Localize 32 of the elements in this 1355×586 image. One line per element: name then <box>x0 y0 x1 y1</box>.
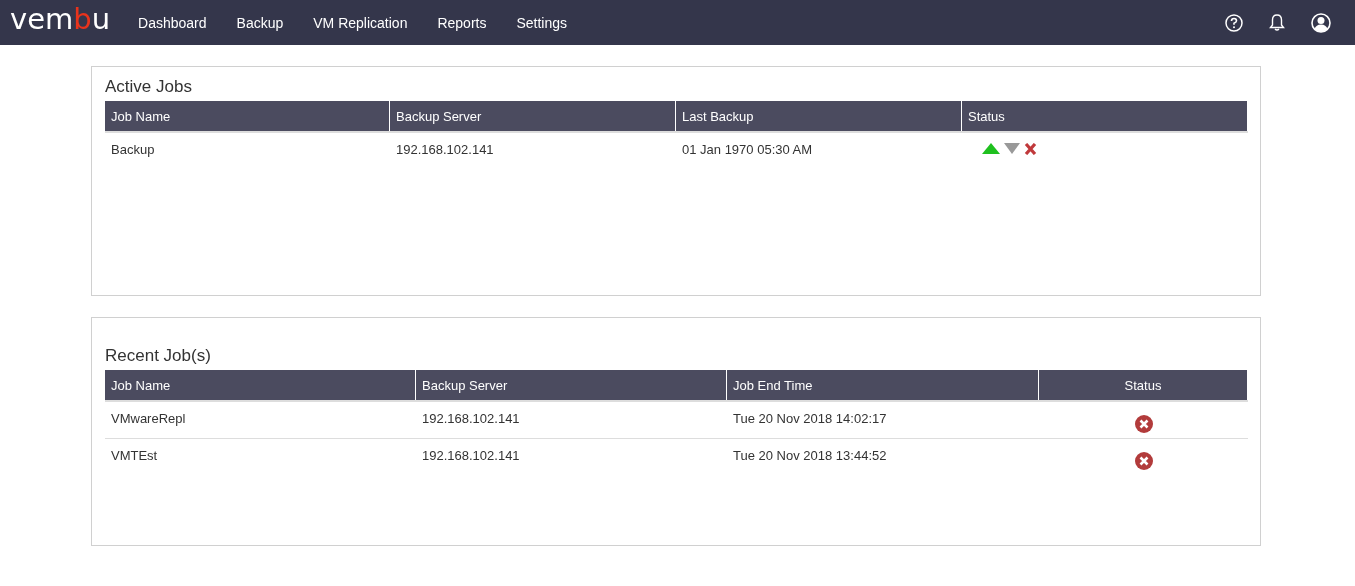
help-icon[interactable] <box>1225 13 1243 32</box>
column-header: Last Backup <box>676 101 962 131</box>
user-icon[interactable] <box>1311 12 1331 33</box>
table-cell: VMwareRepl <box>111 411 186 426</box>
column-header: Backup Server <box>390 101 676 131</box>
bell-icon[interactable] <box>1269 14 1285 31</box>
nav-link[interactable]: Reports <box>437 14 487 31</box>
table-cell: Tue 20 Nov 2018 14:02:17 <box>733 411 887 426</box>
column-header: Job Name <box>105 370 416 400</box>
column-header: Backup Server <box>416 370 727 400</box>
column-header: Job Name <box>105 101 390 131</box>
failed-icon <box>1134 452 1153 470</box>
failed-icon <box>1134 415 1153 433</box>
nav-link[interactable]: Settings <box>516 14 568 31</box>
down-arrow-icon[interactable] <box>1004 143 1020 154</box>
panel-title: Active Jobs <box>105 77 192 97</box>
table-cell: 192.168.102.141 <box>422 448 520 463</box>
table-cell: VMTEst <box>111 448 158 463</box>
table-cell: Backup <box>111 142 155 157</box>
nav-link[interactable]: VM Replication <box>313 14 408 31</box>
table-cell: 01 Jan 1970 05:30 AM <box>682 142 813 157</box>
column-header: Job End Time <box>727 370 1039 400</box>
panel-title: Recent Job(s) <box>105 346 211 366</box>
nav-link[interactable]: Dashboard <box>138 14 207 31</box>
nav-link[interactable]: Backup <box>236 14 284 31</box>
column-header: Status <box>1039 370 1248 400</box>
cancel-icon[interactable] <box>1024 143 1037 155</box>
logo[interactable]: vembu <box>10 5 111 34</box>
table-cell: Tue 20 Nov 2018 13:44:52 <box>733 448 887 463</box>
table-cell: 192.168.102.141 <box>396 142 494 157</box>
table-cell: 192.168.102.141 <box>422 411 520 426</box>
column-header: Status <box>962 101 1248 131</box>
